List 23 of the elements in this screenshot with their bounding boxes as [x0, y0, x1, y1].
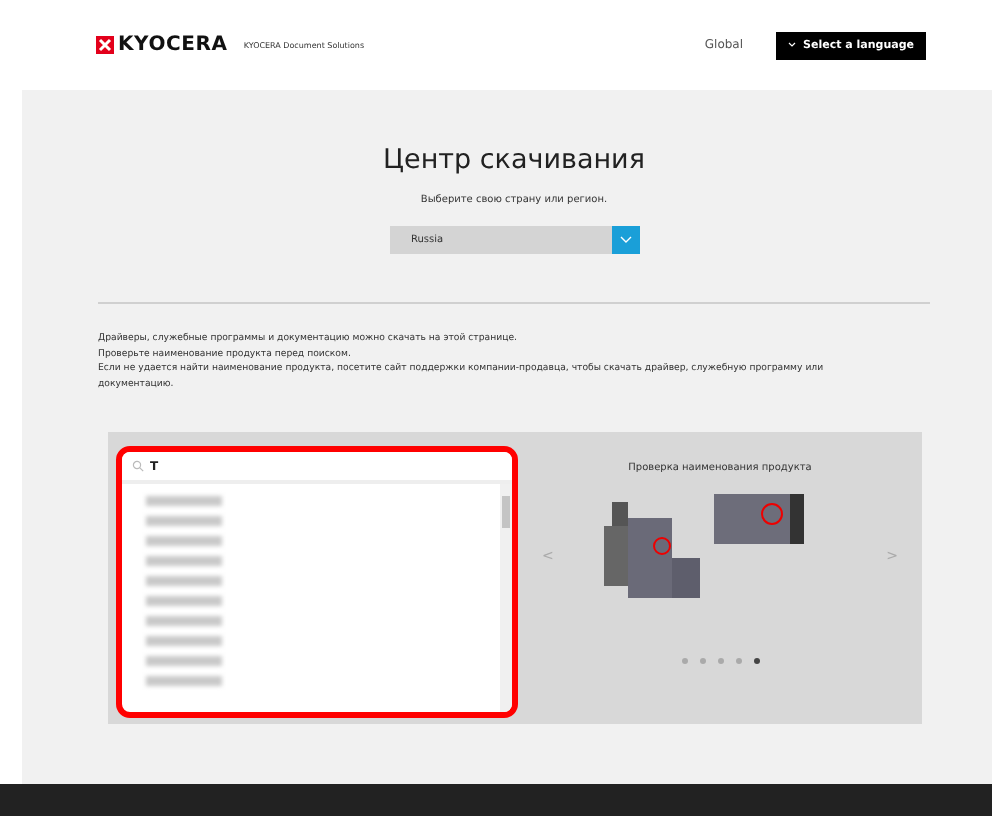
carousel-dot[interactable] [699, 658, 705, 664]
blurred-list-entry[interactable] [146, 616, 222, 626]
logo-wordmark[interactable]: KYOCERA [118, 34, 228, 56]
panel-closeup-drawing [713, 494, 803, 544]
blurred-list-entry[interactable] [146, 636, 222, 646]
carousel-dot[interactable] [753, 658, 759, 664]
blurred-list-entry[interactable] [146, 516, 222, 526]
search-icon [132, 460, 144, 472]
blurred-list-entry[interactable] [146, 656, 222, 666]
carousel-dot[interactable] [681, 658, 687, 664]
blurred-list-entry[interactable] [146, 536, 222, 546]
carousel-dot[interactable] [735, 658, 741, 664]
chevron-down-icon [787, 42, 796, 48]
logo-icon [96, 36, 114, 54]
blurred-list-entry[interactable] [146, 576, 222, 586]
chevron-down-icon [619, 236, 631, 244]
blurred-list-entry[interactable] [146, 676, 222, 686]
blurred-list-entry[interactable] [146, 556, 222, 566]
page-title: Центр скачивания [381, 144, 647, 176]
scrollbar[interactable] [500, 484, 512, 712]
blurred-list-entry[interactable] [146, 496, 222, 506]
carousel-dot[interactable] [717, 658, 723, 664]
blurred-list-entry[interactable] [146, 596, 222, 606]
